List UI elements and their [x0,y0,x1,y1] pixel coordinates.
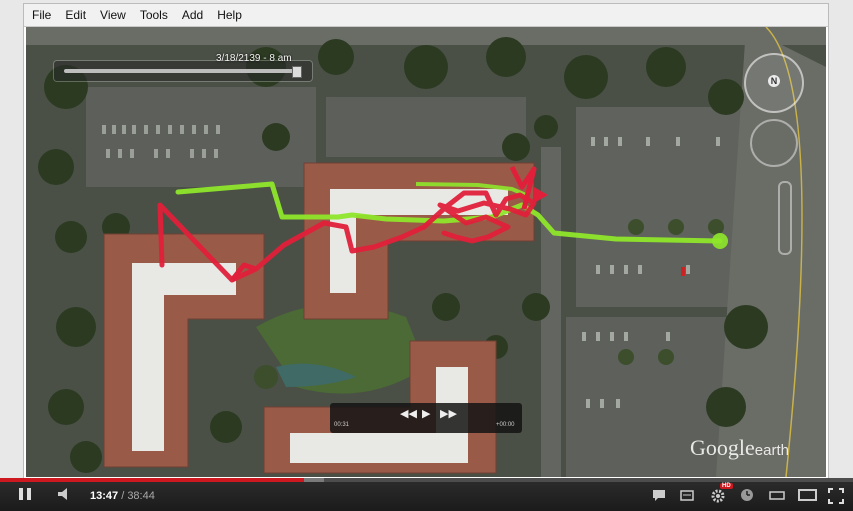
fullscreen-icon [828,488,844,504]
time-slider-track[interactable] [64,69,300,73]
look-joystick[interactable] [750,119,798,167]
tour-remaining-time: +00:00 [496,422,515,428]
video-time-display: 13:47 / 38:44 [90,490,155,502]
watch-later-button[interactable] [740,488,754,505]
zoom-slider[interactable] [778,181,792,255]
navigation-compass[interactable]: N [744,53,804,113]
volume-icon [58,488,67,500]
captions-button[interactable] [652,488,666,505]
annotations-button[interactable] [680,488,694,505]
rewind-button[interactable]: ◀◀ [400,407,417,420]
annotations-icon [680,490,694,501]
menu-view[interactable]: View [93,8,133,22]
fullscreen-button[interactable] [828,488,844,507]
google-earth-window: File Edit View Tools Add Help 3/18/2139 … [24,4,828,478]
theater-mode-icon [798,489,817,501]
time-slider-handle[interactable] [292,66,302,78]
google-earth-watermark: Googleearth [690,435,789,461]
watermark-brand: Google [690,435,755,460]
menu-add[interactable]: Add [175,8,210,22]
fast-forward-button[interactable]: ▶▶ [440,407,457,420]
small-player-button[interactable] [768,488,786,505]
tour-elapsed-time: 00:31 [334,422,350,428]
menu-bar: File Edit View Tools Add Help [24,4,828,27]
volume-button[interactable] [56,486,72,505]
menu-tools[interactable]: Tools [133,8,175,22]
satellite-map-view[interactable]: 3/18/2139 - 8 am N ◀◀ ▶ ▶▶ 00:31 +00:00 … [26,27,826,477]
captions-icon [653,490,665,501]
settings-button[interactable] [710,488,726,507]
clock-icon [741,489,753,501]
menu-help[interactable]: Help [210,8,249,22]
time-slider-label: 3/18/2139 - 8 am [216,53,292,64]
video-controls: 13:47 / 38:44 HD [0,482,853,511]
hd-badge: HD [720,483,733,489]
watermark-suffix: earth [754,442,789,459]
gear-icon [711,489,725,503]
desktop-frame: File Edit View Tools Add Help 3/18/2139 … [0,0,853,478]
small-player-icon [769,491,785,500]
pause-icon [19,488,31,500]
tour-player: ◀◀ ▶ ▶▶ 00:31 +00:00 [330,403,522,433]
time-separator: / [118,490,128,502]
play-button[interactable]: ▶ [422,407,430,420]
total-time: 38:44 [127,490,155,502]
north-indicator-icon[interactable]: N [768,75,780,87]
menu-edit[interactable]: Edit [58,8,93,22]
theater-mode-button[interactable] [798,488,818,505]
time-slider[interactable] [54,61,312,81]
menu-file[interactable]: File [24,8,58,22]
current-time: 13:47 [90,490,119,502]
pause-button[interactable] [18,486,32,505]
